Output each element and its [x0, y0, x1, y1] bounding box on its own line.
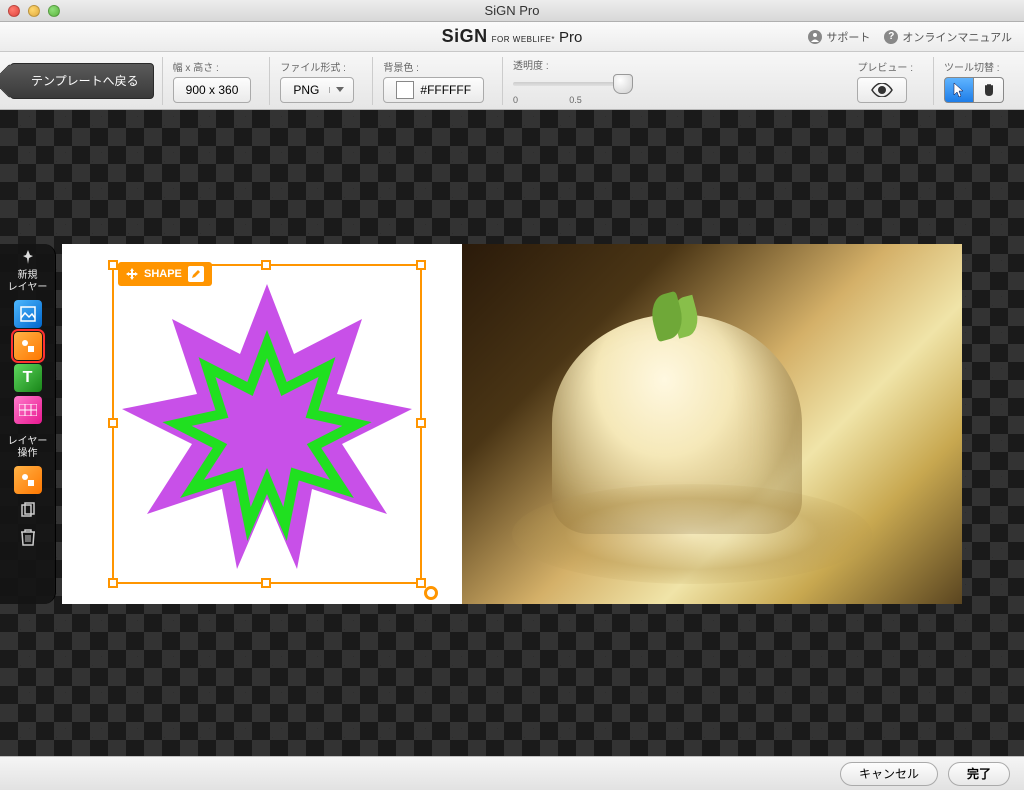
support-link[interactable]: サポート [808, 29, 870, 45]
resize-handle-bl[interactable] [108, 578, 118, 588]
shapes-icon [19, 337, 37, 355]
shape-layer-button[interactable] [14, 332, 42, 360]
canvas-area: 新規 レイヤー T レイヤー 操作 [0, 110, 1024, 756]
grid-layer-button[interactable] [14, 396, 42, 424]
hand-icon [981, 82, 997, 98]
opacity-slider[interactable] [513, 75, 633, 93]
bgcolor-button[interactable]: #FFFFFF [383, 77, 484, 103]
format-select[interactable]: PNG [280, 77, 354, 103]
delete-button[interactable] [20, 528, 36, 546]
shapes-icon [19, 471, 37, 489]
format-label: ファイル形式 : [280, 59, 354, 74]
text-icon: T [23, 369, 33, 387]
pin-icon[interactable] [22, 250, 34, 264]
photo-leaf-decoration [647, 291, 688, 342]
done-label: 完了 [967, 765, 991, 782]
selection-box[interactable]: SHAPE [112, 264, 422, 584]
bgcolor-label: 背景色 : [383, 59, 484, 74]
toolbar: テンプレートへ戻る 幅 x 高さ : 900 x 360 ファイル形式 : PN… [0, 52, 1024, 110]
shape-tag-label: SHAPE [144, 268, 182, 280]
color-swatch [396, 81, 414, 99]
brand-logo: SiGN FOR WEBLIFE* Pro [442, 26, 583, 47]
hand-tool-button[interactable] [974, 77, 1004, 103]
image-layer-button[interactable] [14, 300, 42, 328]
zoom-window-button[interactable] [48, 5, 60, 17]
resize-handle-br[interactable] [416, 578, 426, 588]
help-icon: ? [884, 30, 898, 44]
shape-tag[interactable]: SHAPE [118, 262, 212, 286]
cancel-button[interactable]: キャンセル [840, 762, 938, 786]
preview-label: プレビュー : [857, 59, 913, 74]
manual-label: オンラインマニュアル [902, 29, 1012, 45]
close-window-button[interactable] [8, 5, 20, 17]
pencil-icon [190, 268, 202, 280]
copy-icon [19, 502, 37, 520]
slider-thumb[interactable] [613, 74, 633, 94]
opacity-label: 透明度 : [513, 57, 633, 72]
move-icon [126, 268, 138, 280]
resize-handle-tr[interactable] [416, 260, 426, 270]
resize-handle-tl[interactable] [108, 260, 118, 270]
size-button[interactable]: 900 x 360 [173, 77, 252, 103]
bottom-bar: キャンセル 完了 [0, 756, 1024, 790]
eye-icon [871, 83, 893, 97]
minimize-window-button[interactable] [28, 5, 40, 17]
size-value: 900 x 360 [186, 83, 239, 97]
rotate-handle[interactable] [424, 586, 438, 600]
cancel-label: キャンセル [859, 765, 919, 782]
photo-layer[interactable] [462, 244, 962, 604]
resize-handle-bm[interactable] [261, 578, 271, 588]
layer-sidebar: 新規 レイヤー T レイヤー 操作 [0, 244, 56, 604]
layer-ops-label: レイヤー 操作 [8, 436, 48, 460]
new-layer-label: 新規 レイヤー [8, 270, 48, 294]
manual-link[interactable]: ? オンラインマニュアル [884, 29, 1012, 45]
brand-bar: SiGN FOR WEBLIFE* Pro サポート ? オンラインマニュアル [0, 22, 1024, 52]
brand-sign: SiGN [442, 26, 488, 47]
window-titlebar: SiGN Pro [0, 0, 1024, 22]
resize-handle-mr[interactable] [416, 418, 426, 428]
opacity-mid: 0.5 [569, 95, 582, 105]
trash-icon [20, 528, 36, 546]
grid-icon [19, 404, 37, 416]
image-icon [19, 305, 37, 323]
text-layer-button[interactable]: T [14, 364, 42, 392]
layer-op-button[interactable] [14, 466, 42, 494]
duplicate-button[interactable] [19, 502, 37, 520]
format-value: PNG [293, 83, 319, 97]
brand-for: FOR WEBLIFE* [492, 35, 555, 44]
back-label: テンプレートへ戻る [31, 72, 139, 89]
done-button[interactable]: 完了 [948, 762, 1010, 786]
pointer-icon [952, 82, 966, 98]
shape-panel[interactable]: SHAPE [62, 244, 462, 604]
bgcolor-value: #FFFFFF [420, 83, 471, 97]
canvas-content[interactable]: SHAPE [62, 244, 962, 604]
window-title: SiGN Pro [485, 3, 540, 18]
resize-handle-ml[interactable] [108, 418, 118, 428]
support-label: サポート [826, 29, 870, 45]
tool-toggle-label: ツール切替 : [944, 59, 1004, 74]
brand-pro: Pro [559, 29, 582, 46]
preview-button[interactable] [857, 77, 907, 103]
user-icon [808, 30, 822, 44]
opacity-min: 0 [513, 95, 518, 105]
pointer-tool-button[interactable] [944, 77, 974, 103]
size-label: 幅 x 高さ : [173, 59, 252, 74]
edit-shape-button[interactable] [188, 266, 204, 282]
back-to-template-button[interactable]: テンプレートへ戻る [10, 63, 154, 99]
resize-handle-tm[interactable] [261, 260, 271, 270]
chevron-down-icon [329, 87, 349, 93]
